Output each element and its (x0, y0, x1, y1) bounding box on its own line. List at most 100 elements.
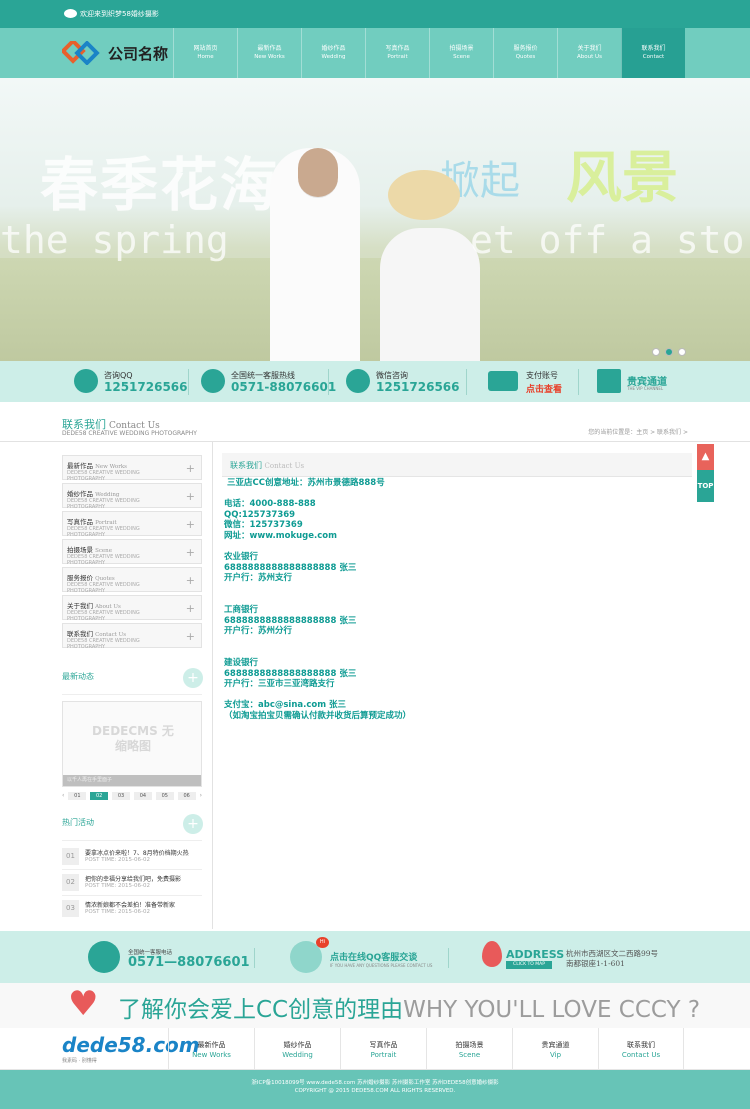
nav-label-en: Home (197, 54, 214, 60)
activity-num: 03 (62, 900, 79, 917)
page-button[interactable]: 05 (155, 791, 174, 800)
copyright: 浙ICP备10018099号 www.dede58.com 苏州婚纱摄影 苏州摄… (0, 1070, 750, 1109)
next-icon[interactable]: › (200, 792, 202, 799)
service-bar: 咨询QQ 1251726566 全国统一客服热线 0571-88076601 微… (0, 361, 750, 402)
footer-nav-label: 最新作品 (197, 1041, 226, 1049)
divider (448, 948, 449, 968)
crown-icon (597, 369, 621, 393)
nav-about[interactable]: 关于我们 About Us (557, 28, 621, 78)
banner-groom-head (298, 148, 338, 198)
footer-nav-label-en: Portrait (370, 1051, 397, 1059)
footer-nav-wedding[interactable]: 婚纱作品 Wedding (254, 1028, 340, 1070)
page-button-active[interactable]: 02 (90, 791, 109, 800)
sidebar-item-scene[interactable]: 拍摄场景 Scene DEDE58 CREATIVE WEDDING PHOTOG… (62, 539, 202, 566)
activity-item[interactable]: 01 要拿冰点价来啦！7、8月特价档期火热 POST TIME: 2015-06-0… (62, 846, 202, 868)
nav-wedding[interactable]: 婚纱作品 Wedding (301, 28, 365, 78)
footer-nav-label-en: Wedding (282, 1051, 313, 1059)
prev-icon[interactable]: ‹ (62, 792, 64, 799)
contact-line: 三亚店CC创意地址：苏州市景德路888号 (227, 478, 385, 488)
sidebar-item-about[interactable]: 关于我们 About Us DEDE58 CREATIVE WEDDING PHO… (62, 595, 202, 622)
breadcrumb[interactable]: 您的当前位置是：主页 > 联系我们 > (588, 427, 688, 436)
banner-bride (380, 228, 480, 361)
news-thumbnail[interactable]: DEDECMS 无缩略图 以千人再在手里面子 (62, 701, 202, 787)
nav-new-works[interactable]: 最新作品 New Works (237, 28, 301, 78)
divider (62, 869, 202, 870)
banner-title-a: 春季花海 (40, 151, 281, 219)
nav-home[interactable]: 网站首页 Home (173, 28, 237, 78)
slider-dot-active[interactable] (665, 348, 673, 356)
page-button[interactable]: 04 (133, 791, 152, 800)
sidebar-item-label: 写真作品 (67, 518, 93, 526)
banner-title-c: 风景 (566, 146, 678, 211)
sidebar-item-new-works[interactable]: 最新作品 New Works DEDE58 CREATIVE WEDDING PH… (62, 455, 202, 482)
sidebar-item-desc: DEDE58 CREATIVE WEDDING PHOTOGRAPHY (67, 498, 140, 510)
activity-title: 把你的幸福分享给我们吧，免费摄影 (85, 876, 182, 883)
address-line: 杭州市西湖区文二西路99号 (566, 949, 659, 958)
service-value: 1251726566 (376, 380, 460, 394)
phone-icon (201, 369, 225, 393)
back-to-top[interactable]: ▲ TOP (697, 444, 714, 502)
activity-item[interactable]: 03 情浓新娘都不会差拍！准备带新家 POST TIME: 2015-06-02 (62, 898, 202, 920)
map-button[interactable]: CLICK TO MAP (506, 961, 552, 969)
contact-line: 支付宝：abc@sina.com 张三 (224, 700, 347, 711)
plus-circle-icon[interactable]: + (183, 814, 203, 834)
activity-date: POST TIME: 2015-06-02 (85, 909, 151, 915)
qq-penguin-icon (74, 369, 98, 393)
divider (254, 948, 255, 968)
plus-circle-icon[interactable]: + (183, 668, 203, 688)
footer-contact-bar: 全国统一客服电话 0571—88076601 Hi 点击在线QQ客服交谈 IF … (0, 931, 750, 983)
slider-dot[interactable] (678, 348, 686, 356)
nav-scene[interactable]: 拍摄场景 Scene (429, 28, 493, 78)
footer-nav-label: 联系我们 (627, 1041, 655, 1049)
footer-nav-scene[interactable]: 拍摄场景 Scene (426, 1028, 512, 1070)
hero-banner[interactable]: 春季花海 掀起 风景 the spring et off a storm (0, 78, 750, 361)
contact-line (224, 584, 694, 595)
address-text: 杭州市西湖区文二西路99号 南都银座1-1-601 (566, 949, 658, 969)
contact-line: 开户行：三亚市三亚湾路支行 (224, 679, 335, 690)
footer-nav-vip[interactable]: 贵宾通道 Vip (512, 1028, 598, 1070)
sidebar-item-contact[interactable]: 联系我们 Contact Us DEDE58 CREATIVE WEDDING P… (62, 623, 202, 650)
content-title: 联系我们 Contact Us (230, 460, 304, 471)
wechat-icon (346, 369, 370, 393)
activity-title: 情浓新娘都不会差拍！准备带新家 (85, 902, 176, 909)
contact-line (224, 648, 694, 659)
plus-icon: + (185, 574, 195, 587)
banner-en-b: et off a storm (470, 218, 750, 262)
page-button[interactable]: 06 (177, 791, 196, 800)
divider (62, 840, 202, 841)
nav-portrait[interactable]: 写真作品 Portrait (365, 28, 429, 78)
copyright-line: COPYRIGHT @ 2015 DEDE58.COM ALL RIGHTS R… (294, 1088, 456, 1094)
contact-line: 微信：125737369 (224, 520, 303, 531)
hi-badge: Hi (316, 937, 329, 948)
page-button[interactable]: 03 (112, 791, 130, 800)
divider (466, 369, 467, 395)
nav-label-en: Quotes (515, 54, 536, 60)
page-button[interactable]: 01 (68, 791, 87, 800)
service-value: 0571-88076601 (231, 380, 337, 394)
sidebar-item-quotes[interactable]: 服务报价 Quotes DEDE58 CREATIVE WEDDING PHOTO… (62, 567, 202, 594)
banner-en-a: the spring (0, 218, 229, 262)
nav-quotes[interactable]: 服务报价 Quotes (493, 28, 557, 78)
slogan-banner: ♥ 了解你会爱上CC创意的理由WHY YOU'LL LOVE CCCY ? (0, 983, 750, 1028)
copyright-line: 浙ICP备10018099号 www.dede58.com 苏州婚纱摄影 苏州摄… (251, 1080, 499, 1086)
contact-line: 电话：4000-888-888 (224, 499, 316, 510)
footer-nav-portrait[interactable]: 写真作品 Portrait (340, 1028, 426, 1070)
nav-contact[interactable]: 联系我们 Contact (621, 28, 685, 78)
divider (62, 895, 202, 896)
contact-line (224, 489, 694, 500)
activity-item[interactable]: 02 把你的幸福分享给我们吧，免费摄影 POST TIME: 2015-06-02 (62, 872, 202, 894)
contact-line (224, 637, 694, 648)
divider (188, 369, 189, 395)
slider-dot[interactable] (652, 348, 660, 356)
sidebar-item-wedding[interactable]: 婚纱作品 Wedding DEDE58 CREATIVE WEDDING PHOT… (62, 483, 202, 510)
contact-line: 农业银行 (224, 552, 259, 563)
footer-nav-new-works[interactable]: 最新作品 New Works (168, 1028, 254, 1070)
sidebar-item-portrait[interactable]: 写真作品 Portrait DEDE58 CREATIVE WEDDING PHO… (62, 511, 202, 538)
footer-nav-contact[interactable]: 联系我们 Contact Us (598, 1028, 684, 1070)
arrow-up-icon: ▲ (697, 444, 714, 470)
hotline-number: 0571—88076601 (128, 955, 250, 970)
news-heading: 最新动态 + (62, 668, 203, 688)
logo[interactable]: 公司名称 (62, 39, 182, 67)
activity-date: POST TIME: 2015-06-02 (85, 857, 151, 863)
contact-line: 6888888888888888888 张三 (224, 668, 357, 679)
